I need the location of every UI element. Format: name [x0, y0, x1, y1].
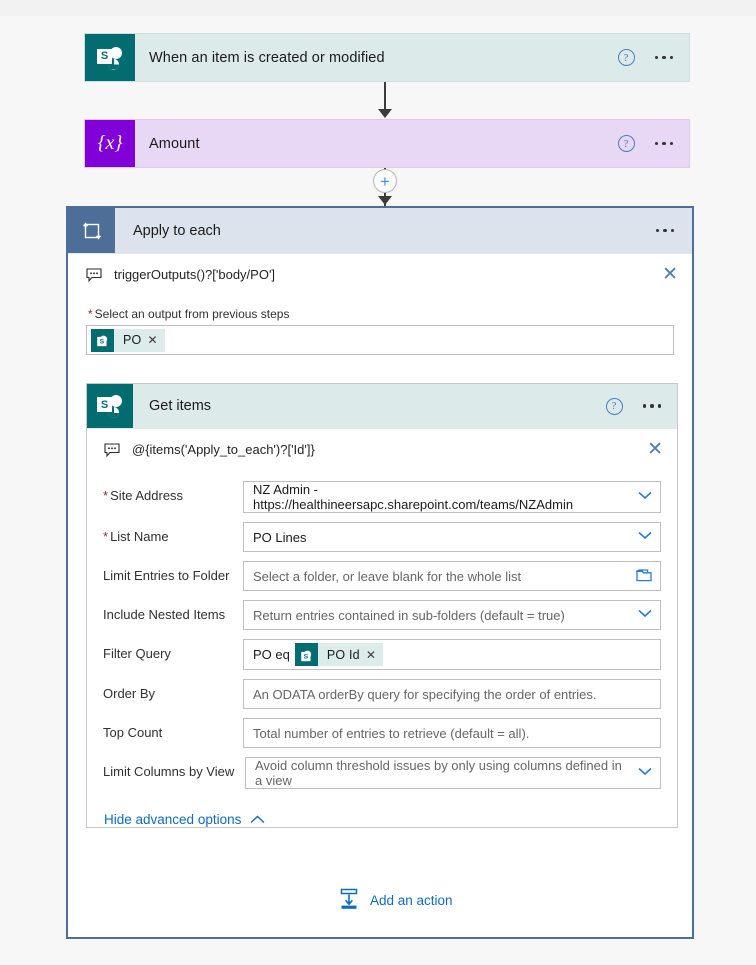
- field-limit-entries-to-folder: Limit Entries to Folder Select a folder,…: [103, 561, 661, 591]
- chevron-down-icon: [638, 491, 652, 503]
- limit-columns-by-view-dropdown[interactable]: Avoid column threshold issues by only us…: [245, 757, 661, 789]
- field-label-row: * Site Address: [103, 481, 243, 504]
- select-output-field-group: * Select an output from previous steps S …: [68, 295, 692, 355]
- add-action-icon: [338, 888, 360, 913]
- variable-menu-button[interactable]: [654, 141, 673, 146]
- field-label: Include Nested Items: [103, 607, 226, 622]
- order-by-input[interactable]: An ODATA orderBy query for specifying th…: [243, 679, 661, 709]
- scope-expression-text: triggerOutputs()?['body/PO']: [114, 267, 276, 282]
- token-chip-label: PO Id: [326, 647, 360, 662]
- trigger-card[interactable]: S When an item is created or modified ?: [84, 33, 690, 82]
- site-address-dropdown[interactable]: NZ Admin - https://healthineersapc.share…: [243, 481, 661, 513]
- field-filter-query: Filter Query PO eq S PO Id ✕: [103, 639, 661, 670]
- apply-to-each-title: Apply to each: [133, 222, 221, 239]
- top-count-placeholder: Total number of entries to retrieve (def…: [253, 725, 530, 741]
- required-marker: *: [103, 488, 109, 503]
- help-icon[interactable]: ?: [617, 135, 635, 152]
- flow-designer-canvas: S When an item is created or modified ? …: [0, 0, 756, 965]
- token-chip-label: PO: [123, 333, 142, 347]
- field-order-by: Order By An ODATA orderBy query for spec…: [103, 679, 661, 709]
- filter-query-text: PO eq: [253, 647, 290, 662]
- sharepoint-icon: S: [91, 328, 114, 352]
- apply-to-each-menu-button[interactable]: [655, 228, 674, 233]
- add-step-button[interactable]: +: [373, 169, 397, 193]
- field-label: List Name: [110, 529, 169, 544]
- variable-icon: {x}: [85, 120, 135, 167]
- sharepoint-icon: S: [85, 34, 135, 81]
- get-items-form: * Site Address NZ Admin - https://healthi…: [87, 470, 677, 789]
- get-items-expression-row[interactable]: @{items('Apply_to_each')?['Id']} ✕: [87, 428, 677, 470]
- list-name-dropdown[interactable]: PO Lines: [243, 522, 661, 552]
- chevron-down-icon: [638, 531, 652, 543]
- field-list-name: * List Name PO Lines: [103, 522, 661, 552]
- help-icon[interactable]: ?: [605, 397, 623, 415]
- variable-glyph: {x}: [97, 132, 123, 154]
- get-items-title: Get items: [149, 398, 212, 414]
- add-an-action-label: Add an action: [370, 893, 453, 908]
- field-top-count: Top Count Total number of entries to ret…: [103, 718, 661, 748]
- site-address-value: NZ Admin - https://healthineersapc.share…: [253, 482, 574, 512]
- folder-picker-icon[interactable]: [634, 568, 652, 585]
- include-nested-items-dropdown[interactable]: Return entries contained in sub-folders …: [243, 600, 661, 630]
- required-marker: *: [103, 529, 109, 544]
- scope-expression-row[interactable]: triggerOutputs()?['body/PO'] ✕: [68, 253, 692, 295]
- get-items-expression-clear-button[interactable]: ✕: [647, 440, 663, 459]
- top-count-input[interactable]: Total number of entries to retrieve (def…: [243, 718, 661, 748]
- select-output-input[interactable]: S PO ✕: [86, 325, 674, 355]
- list-name-value: PO Lines: [253, 529, 307, 545]
- get-items-card: S Get items ? @{items('Apply_to_each')?[…: [86, 383, 678, 828]
- field-label-row: * List Name: [103, 522, 243, 545]
- trigger-menu-button[interactable]: [654, 55, 673, 60]
- sharepoint-icon: S: [87, 384, 133, 428]
- field-label: Limit Entries to Folder: [103, 568, 230, 583]
- get-items-header[interactable]: S Get items ?: [87, 384, 677, 428]
- apply-to-each-header[interactable]: Apply to each: [68, 208, 692, 253]
- variable-title: Amount: [149, 135, 200, 152]
- get-items-expression-text: @{items('Apply_to_each')?['Id']}: [132, 442, 315, 457]
- limit-entries-to-folder-input[interactable]: Select a folder, or leave blank for the …: [243, 561, 661, 591]
- token-chip-remove-button[interactable]: ✕: [147, 333, 164, 347]
- token-chip-po[interactable]: S PO ✕: [91, 328, 165, 352]
- variable-card[interactable]: {x} Amount ?: [84, 119, 690, 168]
- connector-trigger-to-variable: [371, 82, 399, 120]
- add-an-action-button[interactable]: Add an action: [338, 888, 453, 913]
- order-by-placeholder: An ODATA orderBy query for specifying th…: [253, 686, 597, 702]
- include-nested-items-placeholder: Return entries contained in sub-folders …: [253, 607, 565, 623]
- expression-icon: [86, 267, 104, 282]
- filter-query-input[interactable]: PO eq S PO Id ✕: [243, 639, 661, 670]
- chevron-down-icon: [638, 609, 652, 621]
- hide-advanced-options-button[interactable]: Hide advanced options: [87, 798, 677, 827]
- expression-icon: [104, 442, 122, 457]
- field-label: Filter Query: [103, 646, 171, 661]
- limit-columns-by-view-placeholder: Avoid column threshold issues by only us…: [255, 758, 622, 788]
- scope-expression-clear-button[interactable]: ✕: [662, 265, 678, 284]
- chevron-down-icon: [638, 767, 652, 779]
- field-label: Order By: [103, 686, 156, 701]
- field-label: Site Address: [110, 488, 184, 503]
- field-include-nested-items: Include Nested Items Return entries cont…: [103, 600, 661, 630]
- loop-icon: [68, 208, 115, 253]
- required-marker: *: [88, 307, 93, 321]
- help-icon[interactable]: ?: [617, 49, 635, 66]
- chevron-up-icon: [250, 812, 265, 827]
- field-limit-columns-by-view: Limit Columns by View Avoid column thres…: [103, 757, 661, 789]
- select-output-label: Select an output from previous steps: [94, 307, 290, 321]
- sharepoint-icon: S: [294, 643, 318, 666]
- token-chip-po-id[interactable]: S PO Id ✕: [294, 643, 383, 666]
- apply-to-each-scope: Apply to each triggerOutputs()?['body/PO…: [66, 206, 694, 939]
- field-site-address: * Site Address NZ Admin - https://healthi…: [103, 481, 661, 513]
- get-items-menu-button[interactable]: [642, 404, 661, 408]
- field-label: Top Count: [103, 725, 163, 740]
- hide-advanced-options-label: Hide advanced options: [104, 812, 242, 827]
- top-band: [0, 0, 756, 16]
- limit-entries-to-folder-placeholder: Select a folder, or leave blank for the …: [253, 568, 522, 584]
- select-output-label-row: * Select an output from previous steps: [86, 307, 674, 325]
- trigger-title: When an item is created or modified: [149, 49, 385, 66]
- token-chip-remove-button[interactable]: ✕: [366, 648, 383, 662]
- field-label: Limit Columns by View: [103, 764, 235, 779]
